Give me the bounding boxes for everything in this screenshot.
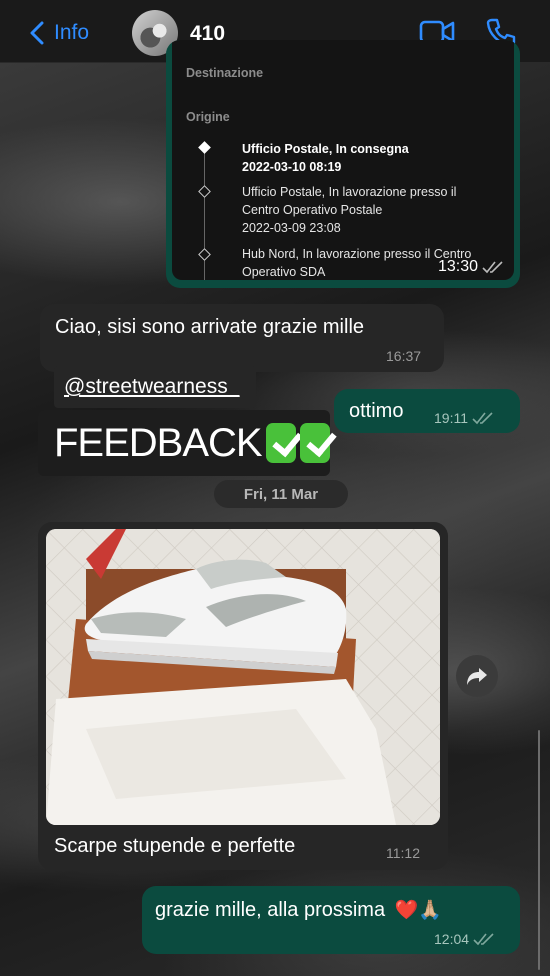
feedback-sticker[interactable]: FEEDBACK [38,410,330,476]
share-arrow-icon [467,668,487,685]
message-text: ottimo [349,400,404,422]
photo-caption: Scarpe stupende e perfette [54,835,296,857]
back-button[interactable]: Info [30,18,89,48]
outgoing-message[interactable]: ottimo 19:11 [334,389,520,433]
message-text: grazie mille, alla prossima ❤️🙏🏼 [155,899,442,921]
message-time: 16:37 [386,348,422,364]
timeline-dot [198,185,211,198]
chevron-left-icon [30,21,44,45]
message-time: 12:04 [434,931,495,947]
destination-label: Destinazione [186,66,264,80]
outgoing-message[interactable]: grazie mille, alla prossima ❤️🙏🏼 12:04 [142,886,520,954]
read-receipt-icon [473,933,494,946]
feedback-text: FEEDBACK [54,420,263,465]
tracking-message-bubble[interactable]: Destinazione Origine Ufficio Postale, In… [166,40,520,288]
read-receipt-icon [482,261,503,274]
sticker-handle[interactable]: @streetwearness_ [54,366,256,408]
tracking-event: Ufficio Postale, In lavorazione presso i… [242,185,457,235]
shoe-photo[interactable] [46,529,440,825]
read-receipt-icon [472,412,493,425]
forward-button[interactable] [456,655,498,697]
tracking-timestamp: 13:30 [434,258,509,276]
incoming-message[interactable]: Ciao, sisi sono arrivate grazie mille 16… [40,304,444,372]
message-text: Ciao, sisi sono arrivate grazie mille [55,316,365,338]
check-mark-icon [265,423,296,463]
tracking-event: Ufficio Postale, In consegna 2022-03-10 … [242,142,409,174]
origin-label: Origine [186,110,230,124]
scrollbar[interactable] [538,730,540,970]
back-label: Info [54,21,90,44]
timeline-dot [198,141,211,154]
timeline-dot [198,248,211,261]
photo-time: 11:12 [386,845,420,861]
date-divider: Fri, 11 Mar [214,480,348,508]
heart-pray-emoji: ❤️🙏🏼 [394,900,442,921]
shoe-photo-image [46,529,440,825]
tracking-card: Destinazione Origine Ufficio Postale, In… [172,40,514,280]
message-time: 19:11 [434,410,494,426]
check-mark-icon [299,423,330,463]
